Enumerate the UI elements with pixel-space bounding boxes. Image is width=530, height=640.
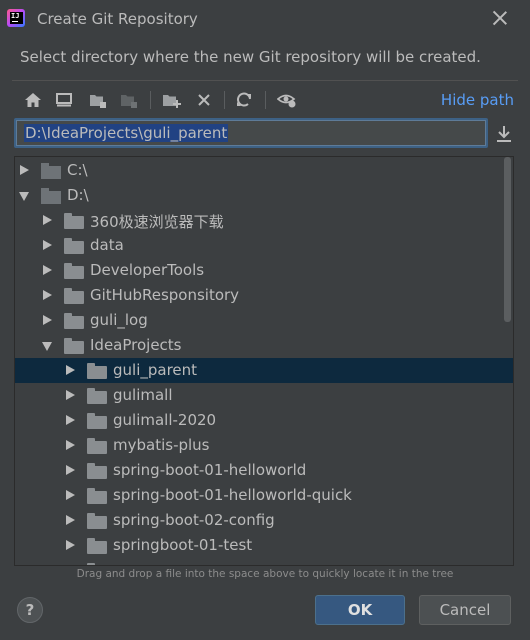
- tree-item-label: mybatis-plus: [113, 436, 210, 454]
- tree-item-label: guli_parent: [113, 361, 198, 379]
- folder-icon: [64, 238, 84, 254]
- home-icon[interactable]: [22, 89, 44, 111]
- tree-row[interactable]: guli_parent: [15, 358, 513, 383]
- tree-item-label: spring-boot-01-helloworld: [113, 461, 307, 479]
- project-folder-icon[interactable]: [87, 89, 109, 111]
- desktop-icon[interactable]: [53, 89, 75, 111]
- download-icon[interactable]: [494, 124, 514, 144]
- path-field[interactable]: D:\IdeaProjects\guli_parent: [14, 118, 488, 148]
- tree-item-label: DeveloperTools: [90, 261, 205, 279]
- chevron-right-icon[interactable]: [43, 265, 52, 275]
- folder-icon: [87, 538, 107, 554]
- delete-icon[interactable]: [193, 89, 215, 111]
- chevron-right-icon[interactable]: [66, 540, 75, 550]
- drive-icon: [41, 188, 61, 204]
- show-hidden-icon[interactable]: [276, 89, 298, 111]
- chevron-right-icon[interactable]: [66, 465, 75, 475]
- tree-item-label: springboot-01-test: [113, 536, 253, 554]
- tree-row[interactable]: spring-boot-02-config: [15, 508, 513, 533]
- tree-item-label: gulimall: [113, 386, 173, 404]
- new-folder-icon[interactable]: [161, 89, 183, 111]
- toolbar-separator: [265, 91, 266, 109]
- tree-row[interactable]: gulimall-2020: [15, 408, 513, 433]
- folder-icon: [87, 363, 107, 379]
- chevron-right-icon[interactable]: [66, 440, 75, 450]
- title-bar: IJ Create Git Repository: [0, 0, 530, 38]
- intellij-logo-icon: IJ: [7, 9, 25, 27]
- cancel-button[interactable]: Cancel: [419, 595, 511, 625]
- chevron-right-icon[interactable]: [43, 315, 52, 325]
- chevron-down-icon[interactable]: [19, 192, 29, 201]
- refresh-icon[interactable]: [233, 89, 255, 111]
- chevron-right-icon[interactable]: [66, 490, 75, 500]
- tree-item-label: D:\: [67, 186, 89, 204]
- tree-row[interactable]: GitHubResponsitory: [15, 283, 513, 308]
- chevron-right-icon[interactable]: [43, 290, 52, 300]
- chevron-right-icon[interactable]: [66, 415, 75, 425]
- toolbar-separator: [224, 91, 225, 109]
- tree-item-label: IdeaProjects: [90, 336, 182, 354]
- directory-tree: springboot-01-test spring-boot-02-config s…: [14, 156, 514, 566]
- folder-icon: [87, 488, 107, 504]
- tree-item-label: 360极速浏览器下载: [90, 213, 224, 231]
- tree-row[interactable]: C:\: [15, 158, 513, 183]
- tree-row[interactable]: spring-boot-01-helloworld-quick: [15, 483, 513, 508]
- chevron-right-icon[interactable]: [66, 390, 75, 400]
- scrollbar[interactable]: [501, 157, 513, 565]
- tree-row[interactable]: spring-boot-01-helloworld: [15, 458, 513, 483]
- close-icon[interactable]: [492, 10, 508, 26]
- toolbar-separator: [150, 91, 151, 109]
- folder-icon: [64, 338, 84, 354]
- tree-item-label: C:\: [67, 161, 88, 179]
- folder-icon: [87, 513, 107, 529]
- tree-row[interactable]: IdeaProjects: [15, 333, 513, 358]
- tree-row[interactable]: springboot-01-test: [15, 533, 513, 558]
- tree-row[interactable]: DeveloperTools: [15, 258, 513, 283]
- chevron-right-icon[interactable]: [66, 565, 75, 566]
- chevron-right-icon[interactable]: [43, 215, 52, 225]
- folder-icon: [87, 463, 107, 479]
- tree-row[interactable]: data: [15, 233, 513, 258]
- tree-item-label: GitHubResponsitory: [90, 286, 240, 304]
- tree-row[interactable]: mybatis-plus: [15, 433, 513, 458]
- scrollbar-thumb[interactable]: [504, 157, 511, 322]
- folder-icon: [64, 288, 84, 304]
- chevron-right-icon[interactable]: [66, 365, 75, 375]
- tree-row[interactable]: 360极速浏览器下载: [15, 208, 513, 233]
- chevron-right-icon[interactable]: [43, 240, 52, 250]
- folder-icon: [64, 313, 84, 329]
- tree-row[interactable]: D:\: [15, 183, 513, 208]
- divider: [12, 80, 518, 81]
- folder-icon: [87, 438, 107, 454]
- folder-icon: [64, 263, 84, 279]
- folder-icon: [87, 413, 107, 429]
- tree-item-label: gulimall-2020: [113, 411, 217, 429]
- help-button[interactable]: ?: [17, 597, 43, 623]
- file-chooser-toolbar: Hide path: [14, 85, 516, 115]
- chevron-down-icon[interactable]: [42, 342, 52, 351]
- drive-icon: [41, 163, 61, 179]
- folder-icon: [87, 563, 107, 565]
- folder-icon: [64, 213, 84, 229]
- tree-item-label: data: [90, 236, 124, 254]
- chevron-right-icon[interactable]: [66, 515, 75, 525]
- ok-button[interactable]: OK: [315, 595, 405, 625]
- folder-icon: [87, 388, 107, 404]
- module-folder-icon[interactable]: [118, 89, 140, 111]
- drag-drop-hint: Drag and drop a file into the space abov…: [76, 568, 454, 580]
- path-input[interactable]: D:\IdeaProjects\guli_parent: [24, 124, 229, 142]
- tree-item-label: spring-boot-02-config: [113, 511, 275, 529]
- tree-row[interactable]: guli_log: [15, 308, 513, 333]
- dialog-description: Select directory where the new Git repos…: [20, 48, 481, 66]
- chevron-right-icon[interactable]: [20, 165, 29, 175]
- window-title: Create Git Repository: [37, 10, 198, 28]
- tree-row[interactable]: gulimall: [15, 383, 513, 408]
- tree-item-label: guli_log: [90, 311, 148, 329]
- tree-row[interactable]: [15, 558, 513, 566]
- hide-path-link[interactable]: Hide path: [441, 91, 514, 109]
- tree-item-label: spring-boot-01-helloworld-quick: [113, 486, 352, 504]
